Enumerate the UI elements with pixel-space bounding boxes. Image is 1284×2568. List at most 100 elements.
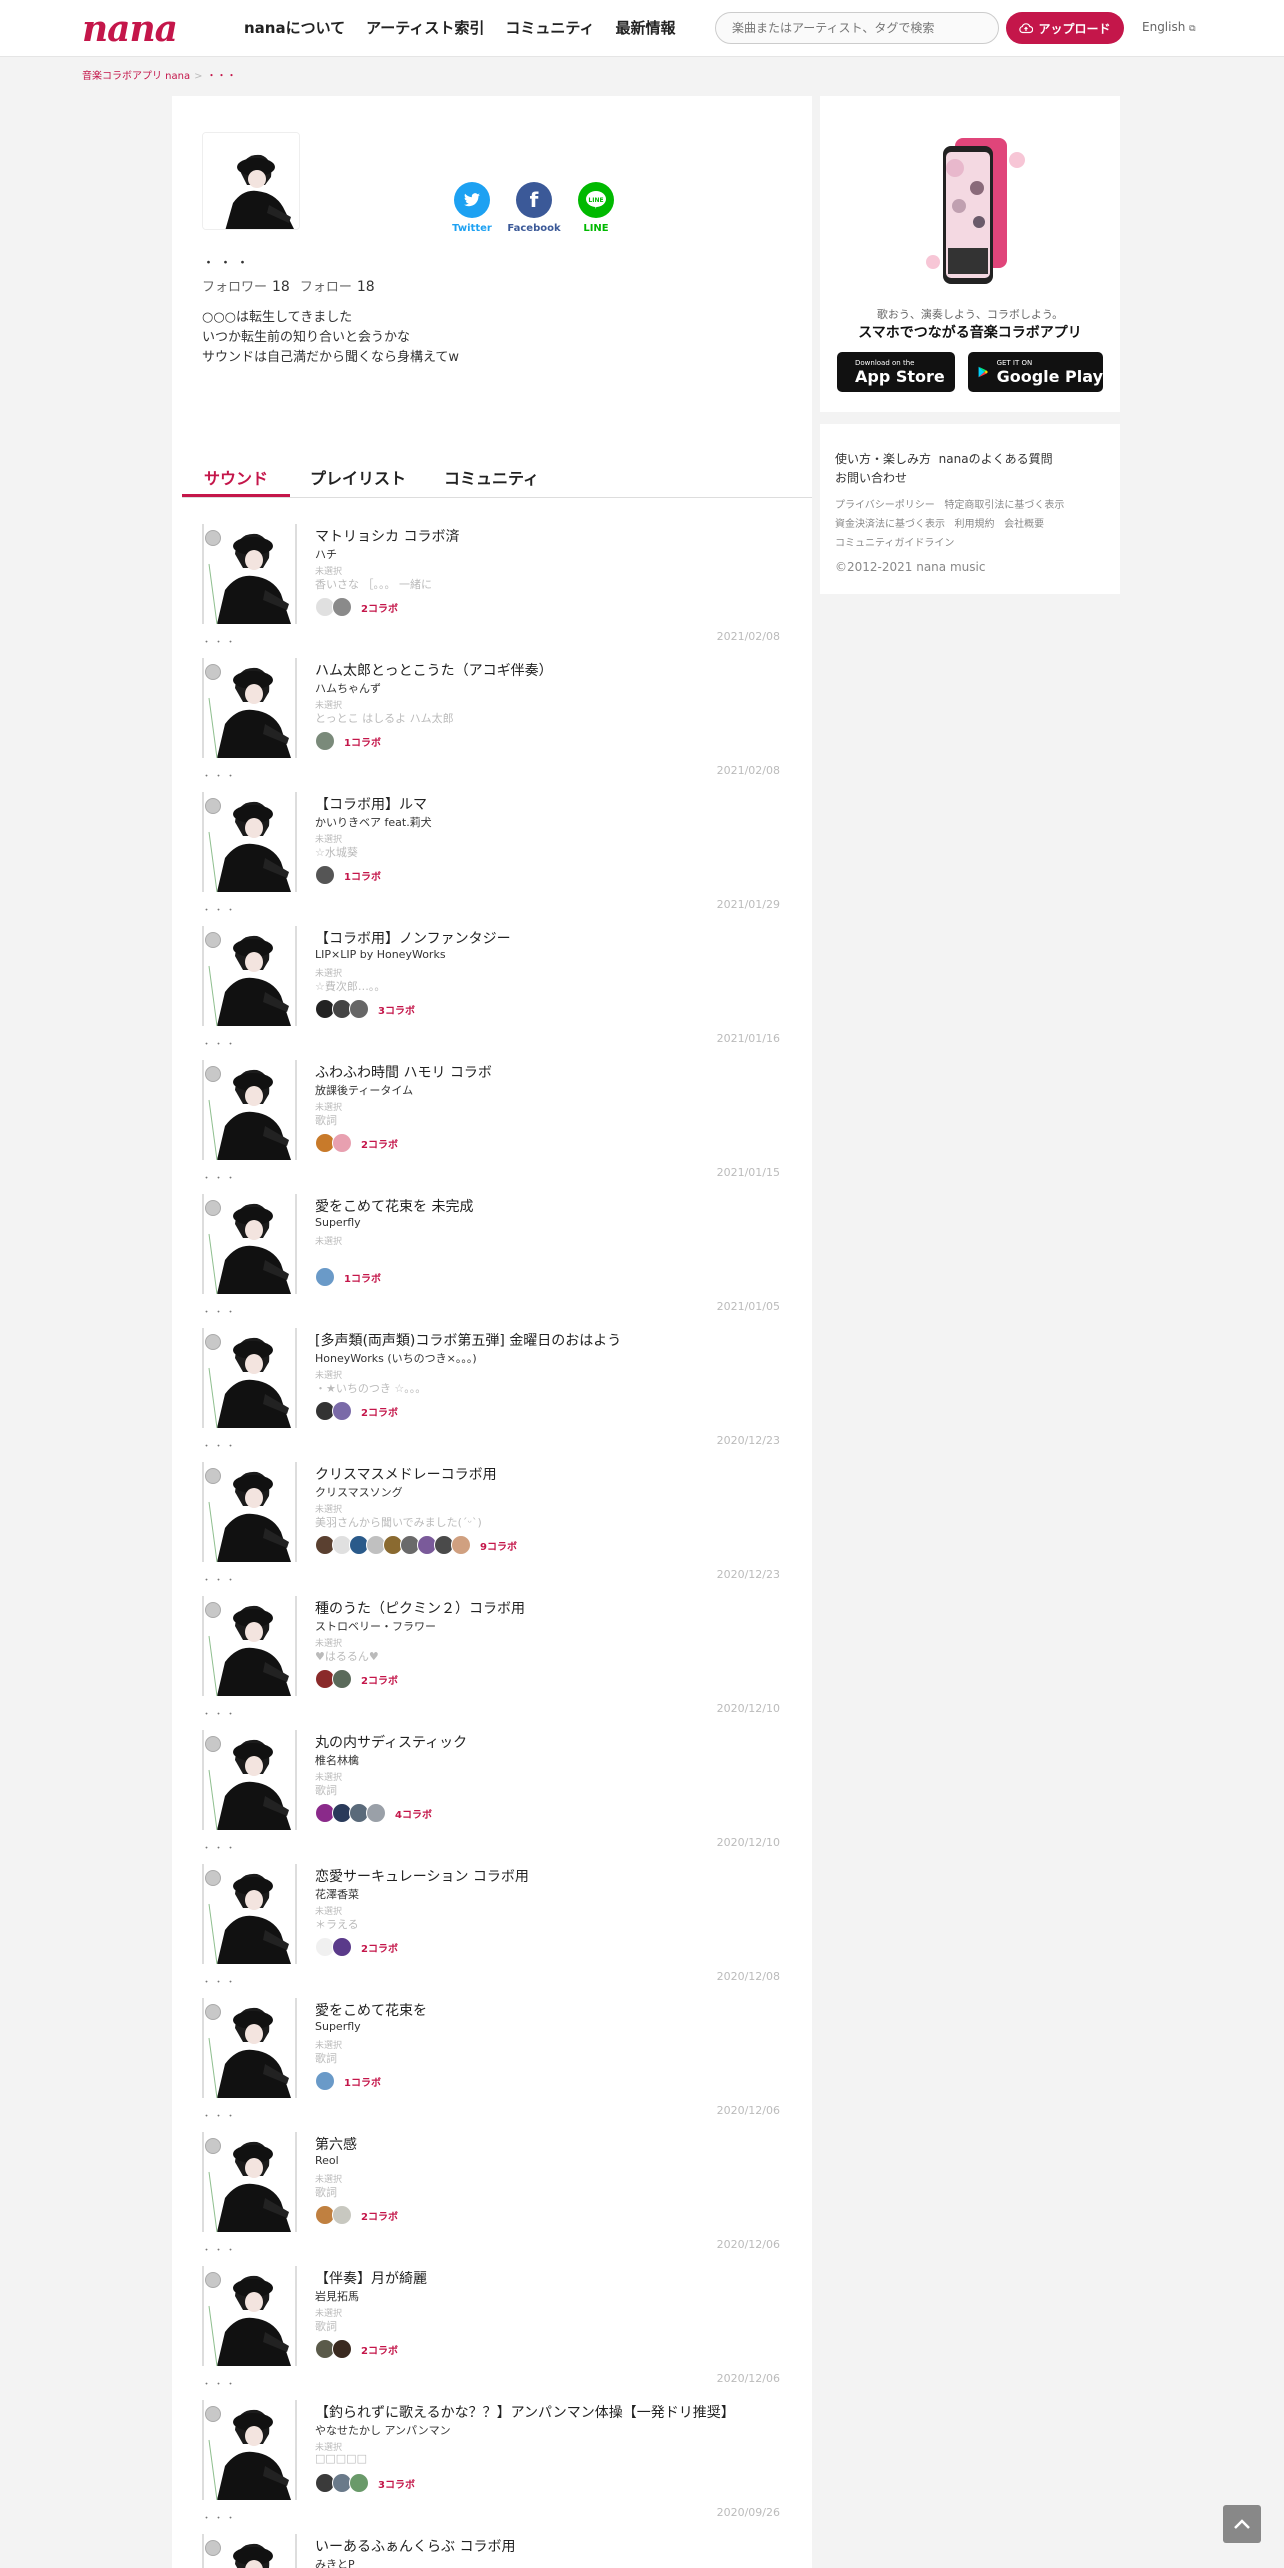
link-privacy[interactable]: プライバシーポリシー xyxy=(835,500,935,511)
sound-artist[interactable]: みきとP xyxy=(315,2556,355,2568)
share-twitter[interactable]: Twitter xyxy=(440,182,504,234)
play-icon[interactable] xyxy=(205,1736,221,1752)
share-line[interactable]: LINE LINE xyxy=(564,182,628,234)
more-options[interactable]: ・・・ xyxy=(202,2109,238,2122)
more-options[interactable]: ・・・ xyxy=(202,1037,238,1050)
play-icon[interactable] xyxy=(205,2406,221,2422)
collab-count[interactable]: 1コラボ xyxy=(344,734,381,749)
breadcrumb-home[interactable]: 音楽コラボアプリ nana xyxy=(82,71,190,82)
sound-artist[interactable]: ストロベリー・フラワー xyxy=(315,1618,436,1634)
link-community-guideline[interactable]: コミュニティガイドライン xyxy=(835,538,954,549)
play-icon[interactable] xyxy=(205,1870,221,1886)
collab-count[interactable]: 9コラボ xyxy=(480,1538,517,1553)
sound-list-item[interactable]: 愛をこめて花束を 未完成 Superfly 未選択 1コラボ ・・・ 2021/01/05 xyxy=(172,1186,812,1320)
sound-list-item[interactable]: 恋愛サーキュレーション コラボ用 花澤香菜 未選択 ＊ラえる 2コラボ ・・・ 2020/1… xyxy=(172,1856,812,1990)
sound-title[interactable]: ふわふわ時間 ハモリ コラボ xyxy=(315,1062,492,1082)
sound-thumbnail[interactable] xyxy=(202,2534,297,2568)
sound-title[interactable]: 丸の内サディスティック xyxy=(315,1732,467,1752)
sound-thumbnail[interactable] xyxy=(202,792,297,892)
play-icon[interactable] xyxy=(205,798,221,814)
sound-list-item[interactable]: マトリョシカ コラボ済 ハチ 未選択 香いさな ［。。。 一緒に 2コラボ ・・・ 2021… xyxy=(172,516,812,650)
sound-list-item[interactable]: 【釣られずに歌えるかな？？】アンパンマン体操【一発ドリ推奨】 やなせたかし アンパ… xyxy=(172,2392,812,2526)
language-link[interactable]: English ⧉ xyxy=(1142,20,1196,34)
sound-list-item[interactable]: 愛をこめて花束を Superfly 未選択 歌詞 1コラボ ・・・ 2020/12/06 xyxy=(172,1990,812,2124)
play-icon[interactable] xyxy=(205,1334,221,1350)
play-icon[interactable] xyxy=(205,2004,221,2020)
link-contact[interactable]: お問い合わせ xyxy=(835,471,907,485)
sound-artist[interactable]: 椎名林檎 xyxy=(315,1752,359,1768)
sound-list-item[interactable]: 丸の内サディスティック 椎名林檎 未選択 歌詞 4コラボ ・・・ 2020/12/10 xyxy=(172,1722,812,1856)
play-icon[interactable] xyxy=(205,2272,221,2288)
sound-thumbnail[interactable] xyxy=(202,1328,297,1428)
more-options[interactable]: ・・・ xyxy=(202,2377,238,2390)
collab-avatar[interactable] xyxy=(366,1803,386,1823)
collab-avatar[interactable] xyxy=(332,2205,352,2225)
sound-thumbnail[interactable] xyxy=(202,2266,297,2366)
sound-thumbnail[interactable] xyxy=(202,1060,297,1160)
play-icon[interactable] xyxy=(205,2540,221,2556)
collab-count[interactable]: 4コラボ xyxy=(395,1806,432,1821)
sound-thumbnail[interactable] xyxy=(202,1462,297,1562)
collab-count[interactable]: 1コラボ xyxy=(344,2074,381,2089)
collab-avatar[interactable] xyxy=(451,1535,471,1555)
sound-title[interactable]: 種のうた（ピクミン２）コラボ用 xyxy=(315,1598,525,1618)
sound-thumbnail[interactable] xyxy=(202,1998,297,2098)
play-icon[interactable] xyxy=(205,1468,221,1484)
sound-thumbnail[interactable] xyxy=(202,524,297,624)
sound-title[interactable]: [多声類(両声類)コラボ第五弾] 金曜日のおはよう xyxy=(315,1330,621,1350)
nav-artist-index[interactable]: アーティスト索引 xyxy=(366,17,484,38)
sound-title[interactable]: 【伴奏】月が綺麗 xyxy=(315,2268,427,2288)
more-options[interactable]: ・・・ xyxy=(202,1573,238,1586)
collab-count[interactable]: 2コラボ xyxy=(361,600,398,615)
sound-title[interactable]: 【コラボ用】ノンファンタジー xyxy=(315,928,511,948)
sound-list-item[interactable]: [多声類(両声類)コラボ第五弾] 金曜日のおはよう HoneyWorks (いちの… xyxy=(172,1320,812,1454)
sound-artist[interactable]: ハチ xyxy=(315,546,337,562)
collab-count[interactable]: 1コラボ xyxy=(344,1270,381,1285)
collab-count[interactable]: 2コラボ xyxy=(361,1940,398,1955)
sound-list-item[interactable]: 【コラボ用】ルマ かいりきベア feat.莉犬 未選択 ☆水城葵 1コラボ ・・・ 2021… xyxy=(172,784,812,918)
sound-thumbnail[interactable] xyxy=(202,1596,297,1696)
following-label[interactable]: フォロー xyxy=(300,280,352,295)
sound-title[interactable]: 愛をこめて花束を 未完成 xyxy=(315,1196,473,1216)
nav-community[interactable]: コミュニティ xyxy=(505,17,594,38)
google-play-button[interactable]: GET IT ON Google Play xyxy=(968,352,1103,392)
collab-avatar[interactable] xyxy=(332,1401,352,1421)
app-store-button[interactable]: Download on the App Store xyxy=(837,352,955,392)
sound-artist[interactable]: Reol xyxy=(315,2154,339,2167)
collab-count[interactable]: 2コラボ xyxy=(361,2208,398,2223)
sound-thumbnail[interactable] xyxy=(202,1730,297,1830)
collab-avatar[interactable] xyxy=(315,865,335,885)
sound-artist[interactable]: クリスマスソング xyxy=(315,1484,403,1500)
sound-artist[interactable]: 花澤香菜 xyxy=(315,1886,359,1902)
sound-title[interactable]: いーあるふぁんくらぶ コラボ用 xyxy=(315,2536,515,2556)
sound-list-item[interactable]: 【伴奏】月が綺麗 岩見拓馬 未選択 歌詞 2コラボ ・・・ 2020/12/06 xyxy=(172,2258,812,2392)
collab-avatar[interactable] xyxy=(315,1267,335,1287)
sound-thumbnail[interactable] xyxy=(202,658,297,758)
sound-artist[interactable]: Superfly xyxy=(315,1216,361,1229)
sound-list-item[interactable]: クリスマスメドレーコラボ用 クリスマスソング 未選択 美羽さんから聞いでみました(ˊᵕ… xyxy=(172,1454,812,1588)
back-to-top-button[interactable] xyxy=(1223,2505,1261,2543)
play-icon[interactable] xyxy=(205,530,221,546)
sound-artist[interactable]: かいりきベア feat.莉犬 xyxy=(315,814,432,830)
collab-count[interactable]: 3コラボ xyxy=(378,1002,415,1017)
sound-artist[interactable]: LIP×LIP by HoneyWorks xyxy=(315,948,446,961)
sound-list-item[interactable]: 第六感 Reol 未選択 歌詞 2コラボ ・・・ 2020/12/06 xyxy=(172,2124,812,2258)
sound-artist[interactable]: ハムちゃんず xyxy=(315,680,381,696)
sound-title[interactable]: クリスマスメドレーコラボ用 xyxy=(315,1464,497,1484)
collab-avatar[interactable] xyxy=(332,597,352,617)
sound-list-item[interactable]: 【コラボ用】ノンファンタジー LIP×LIP by HoneyWorks 未選択 ☆費… xyxy=(172,918,812,1052)
collab-count[interactable]: 1コラボ xyxy=(344,868,381,883)
link-terms[interactable]: 利用規約 xyxy=(955,519,995,530)
collab-count[interactable]: 2コラボ xyxy=(361,1672,398,1687)
collab-avatar[interactable] xyxy=(332,1669,352,1689)
tab-playlists[interactable]: プレイリスト xyxy=(310,465,406,489)
search-input[interactable] xyxy=(715,12,999,44)
link-company[interactable]: 会社概要 xyxy=(1004,519,1044,530)
sound-title[interactable]: マトリョシカ コラボ済 xyxy=(315,526,459,546)
collab-avatar[interactable] xyxy=(349,999,369,1019)
collab-count[interactable]: 2コラボ xyxy=(361,1136,398,1151)
collab-avatar[interactable] xyxy=(315,731,335,751)
collab-count[interactable]: 3コラボ xyxy=(378,2476,415,2491)
sound-title[interactable]: ハム太郎とっとこうた（アコギ伴奏） xyxy=(315,660,553,680)
collab-avatar[interactable] xyxy=(315,2071,335,2091)
